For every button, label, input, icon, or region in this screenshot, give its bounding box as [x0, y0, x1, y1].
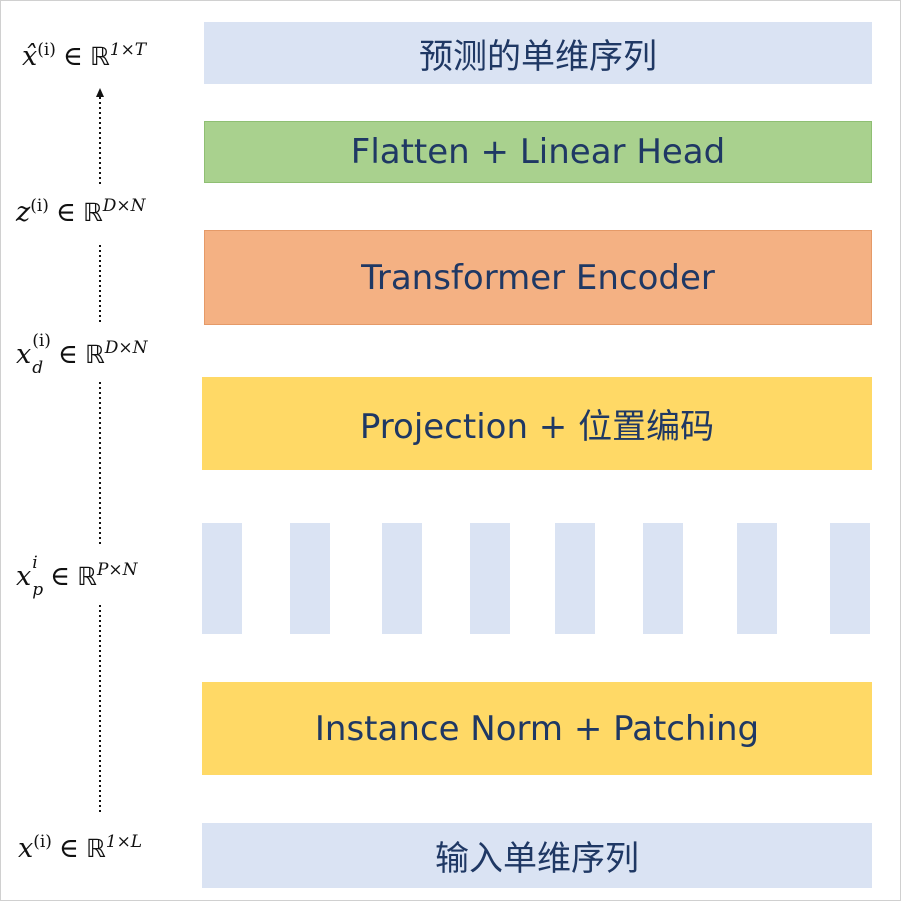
- label-xd-rel: ∈: [57, 339, 78, 370]
- label-xp-var: x: [16, 561, 32, 592]
- dotted-connector-z: [99, 245, 101, 325]
- label-xp-sup: i: [32, 552, 38, 573]
- label-xhat-var: x̂: [22, 41, 38, 72]
- label-xp-dim: P×N: [96, 560, 138, 580]
- label-x-sup: (i): [33, 832, 52, 852]
- label-z: z(i) ∈ ℝD×N: [16, 196, 146, 228]
- patch-1: [202, 523, 242, 634]
- patch-7: [737, 523, 777, 634]
- patch-3: [382, 523, 422, 634]
- label-x-set: ℝ: [85, 834, 106, 863]
- label-xhat-rel: ∈: [62, 41, 83, 72]
- label-z-sup: (i): [30, 196, 49, 216]
- label-z-set: ℝ: [82, 198, 103, 227]
- label-xhat-set: ℝ: [89, 42, 110, 71]
- patch-2: [290, 523, 330, 634]
- patch-4: [470, 523, 510, 634]
- label-x-rel: ∈: [58, 833, 79, 864]
- dotted-arrow-to-output: [96, 88, 104, 186]
- label-xd-dim: D×N: [104, 338, 148, 358]
- label-xhat-dim: 1×T: [109, 40, 147, 60]
- label-xp: x i p ∈ ℝP×N: [16, 554, 138, 598]
- label-x-var: x: [18, 833, 34, 864]
- flatten-linear-head-block: Flatten + Linear Head: [204, 121, 872, 183]
- projection-position-encoding-block: Projection + 位置编码: [202, 377, 872, 470]
- instance-norm-patching-block: Instance Norm + Patching: [202, 682, 872, 775]
- label-xp-rel: ∈: [50, 561, 71, 592]
- label-xhat-sup: (i): [37, 40, 56, 60]
- label-xd-var: x: [16, 339, 32, 370]
- label-z-var: z: [16, 197, 31, 228]
- label-x: x(i) ∈ ℝ1×L: [18, 832, 142, 864]
- patch-6: [643, 523, 683, 634]
- label-xp-set: ℝ: [77, 562, 97, 591]
- output-series-block: 预测的单维序列: [204, 22, 872, 84]
- label-xp-sub: p: [32, 579, 44, 600]
- label-xhat: x̂(i) ∈ ℝ1×T: [22, 40, 146, 72]
- patch-5: [555, 523, 595, 634]
- label-z-rel: ∈: [55, 197, 76, 228]
- label-xd: x (i) d ∈ ℝD×N: [16, 332, 148, 376]
- transformer-encoder-block: Transformer Encoder: [204, 230, 872, 325]
- dotted-connector-xp: [99, 605, 101, 815]
- label-x-dim: 1×L: [105, 832, 143, 852]
- label-xd-sup: (i): [32, 330, 51, 351]
- dotted-connector-xd: [99, 382, 101, 544]
- input-series-block: 输入单维序列: [202, 823, 872, 888]
- label-xd-sub: d: [32, 357, 44, 378]
- patch-8: [830, 523, 870, 634]
- label-z-dim: D×N: [102, 196, 146, 216]
- label-xd-set: ℝ: [84, 340, 105, 369]
